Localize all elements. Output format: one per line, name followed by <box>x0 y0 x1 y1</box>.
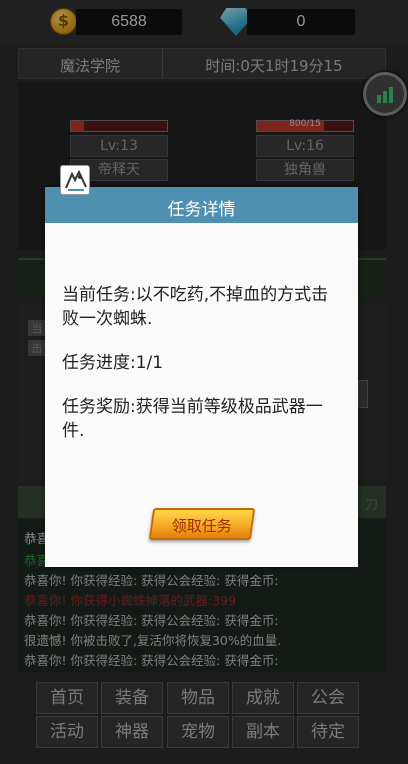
claim-task-button[interactable]: 领取任务 <box>148 508 256 540</box>
dialog-header: 任务详情 <box>45 187 358 223</box>
dialog-body: 当前任务:以不吃药,不掉血的方式击败一次蜘蛛. 任务进度:1/1 任务奖励:获得… <box>62 283 344 463</box>
task-progress-text: 任务进度:1/1 <box>62 353 164 373</box>
task-detail-dialog: 任务详情 当前任务:以不吃药,不掉血的方式击败一次蜘蛛. 任务进度:1/1 任务… <box>45 187 358 567</box>
dialog-title: 任务详情 <box>167 200 236 220</box>
task-reward-text: 任务奖励:获得当前等级极品武器一件. <box>62 397 323 441</box>
current-task-text: 当前任务:以不吃药,不掉血的方式击败一次蜘蛛. <box>62 285 329 329</box>
claim-task-label: 领取任务 <box>171 517 232 535</box>
quest-portrait-icon <box>60 165 90 195</box>
